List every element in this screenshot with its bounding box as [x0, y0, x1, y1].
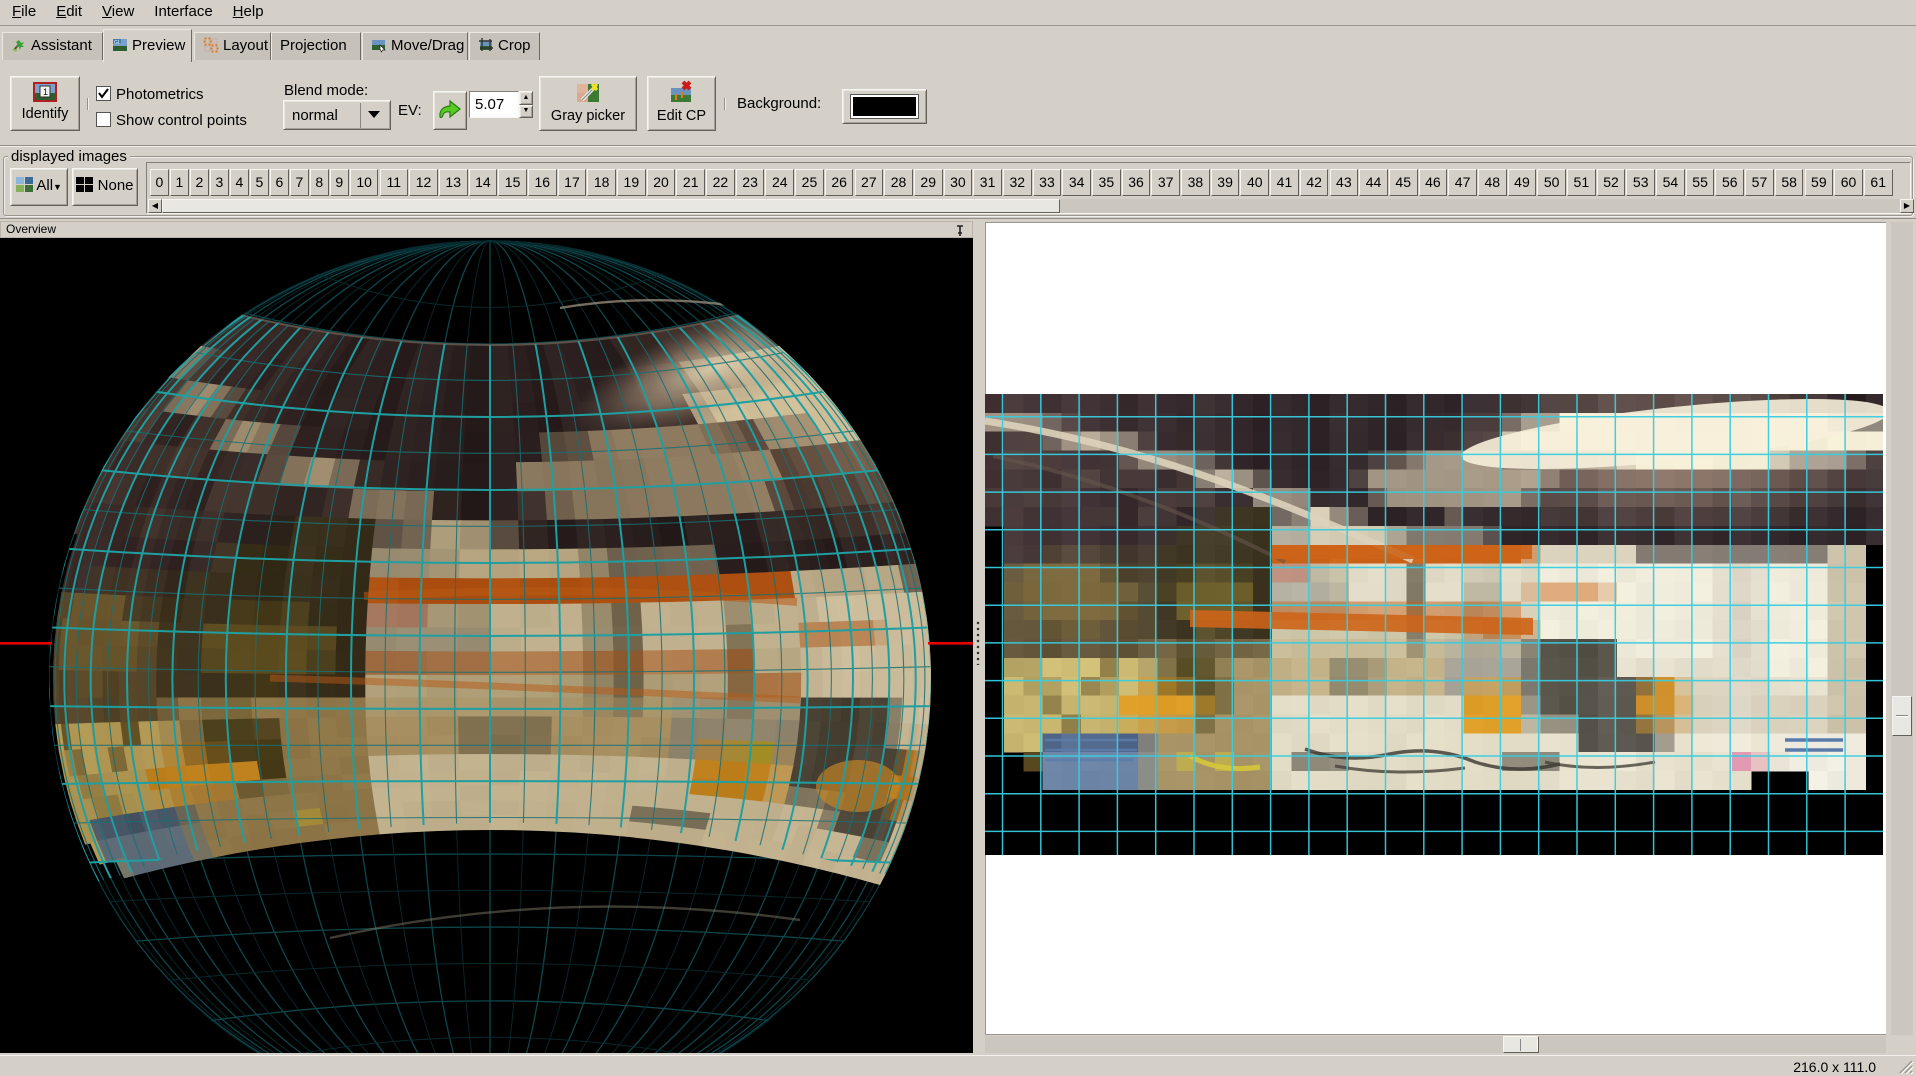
svg-text:1: 1: [43, 87, 48, 97]
svg-text:GL: GL: [114, 40, 121, 46]
